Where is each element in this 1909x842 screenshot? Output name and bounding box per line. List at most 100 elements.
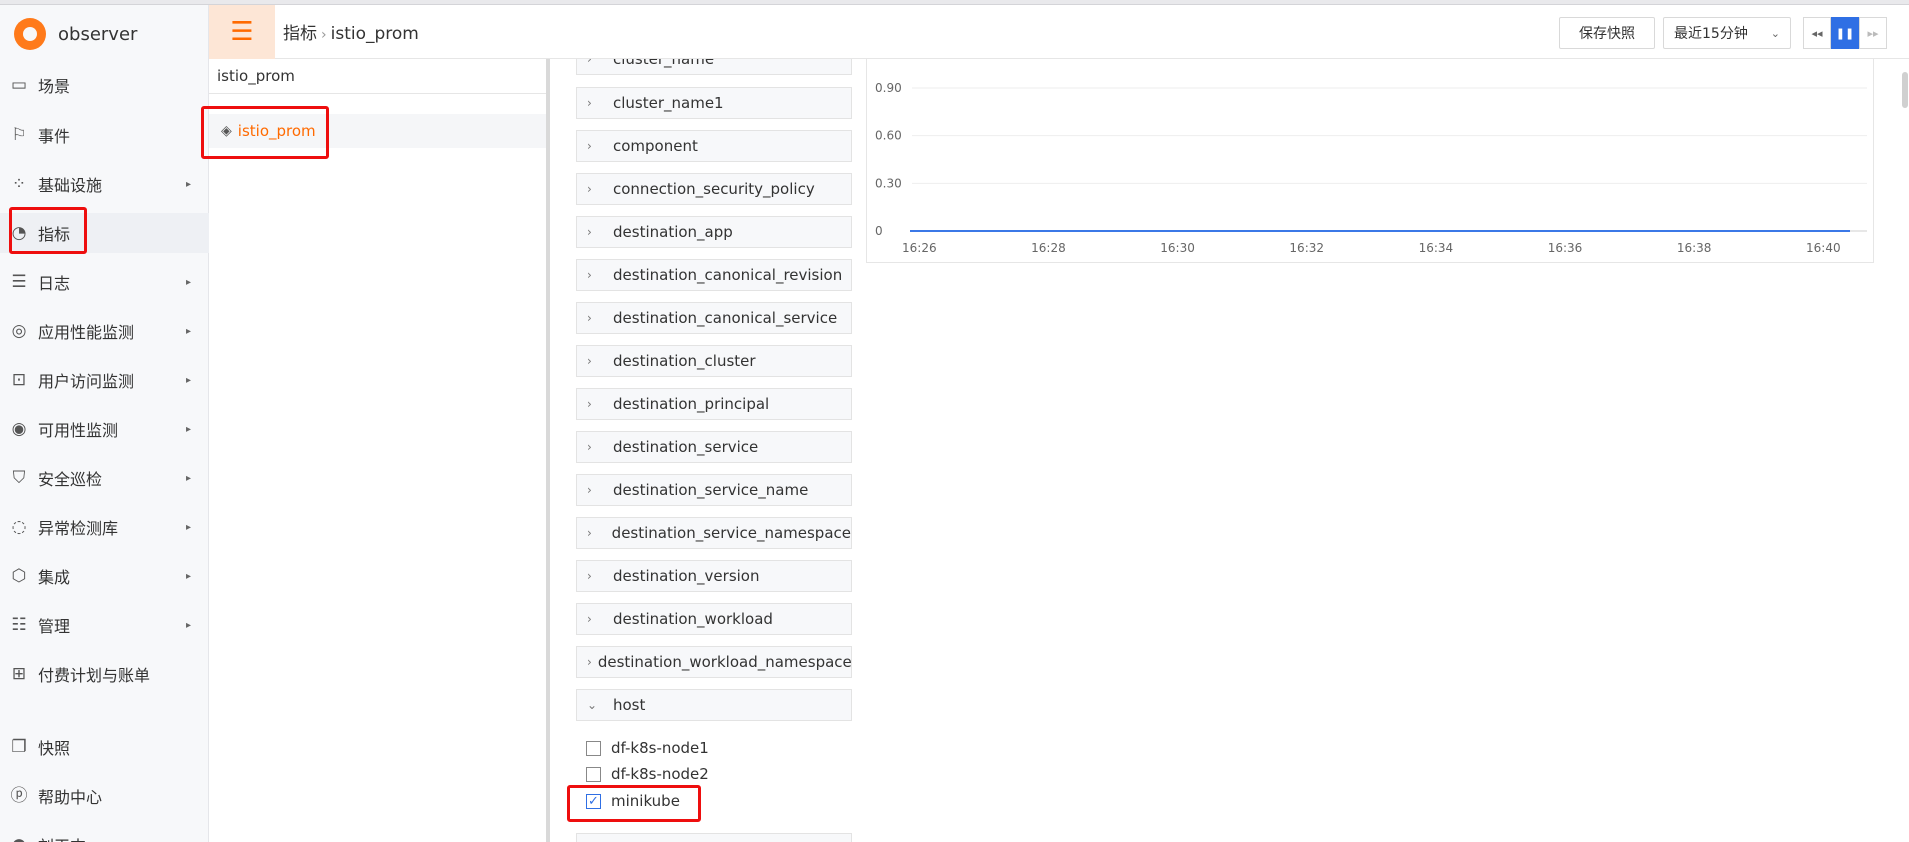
filter-tag-destination-version[interactable]: › destination_version xyxy=(576,560,852,592)
sidebar-item-management[interactable]: ☷ 管理 ▸ xyxy=(0,605,209,645)
sidebar-item-scene[interactable]: ▭ 场景 xyxy=(0,65,209,105)
x-tick-label: 16:34 xyxy=(1419,241,1454,255)
filter-tag-next[interactable] xyxy=(576,833,852,842)
sidebar-item-availability[interactable]: ◉ 可用性监测 ▸ xyxy=(0,409,209,449)
filter-tag-destination-canonical-service[interactable]: › destination_canonical_service xyxy=(576,302,852,334)
billing-icon: ⊞ xyxy=(11,664,27,684)
filter-tag-label: destination_workload_namespace xyxy=(597,653,852,671)
filter-tag-cluster-name[interactable]: › cluster_name xyxy=(576,59,852,75)
sidebar-item-label: 刘玉杰 xyxy=(38,833,86,842)
sidebar-item-label: 管理 xyxy=(38,617,71,636)
chevron-right-icon: ▸ xyxy=(185,619,191,631)
sidebar-item-security[interactable]: ⛉ 安全巡检 ▸ xyxy=(0,458,209,498)
filter-tag-label: cluster_name xyxy=(613,59,715,68)
filter-tag-label: destination_canonical_service xyxy=(613,309,838,327)
signal-icon: ◉ xyxy=(11,419,27,439)
sidebar-item-apm[interactable]: ◎ 应用性能监测 ▸ xyxy=(0,311,209,351)
filter-tag-destination-service-namespace[interactable]: › destination_service_namespace xyxy=(576,517,852,549)
filter-tag-label: host xyxy=(613,696,646,714)
filter-tag-destination-cluster[interactable]: › destination_cluster xyxy=(576,345,852,377)
filter-tag-connection-security-policy[interactable]: › connection_security_policy xyxy=(576,173,852,205)
chevron-down-icon: ⌄ xyxy=(1770,26,1780,40)
sidebar-item-events[interactable]: ⚐ 事件 xyxy=(0,115,209,155)
filter-tag-host[interactable]: ⌄ host xyxy=(576,689,852,721)
filter-tag-component[interactable]: › component xyxy=(576,130,852,162)
help-icon: ⓟ xyxy=(10,786,28,806)
save-snapshot-button[interactable]: 保存快照 xyxy=(1559,17,1655,49)
sidebar-item-billing[interactable]: ⊞ 付费计划与账单 xyxy=(0,654,209,694)
filter-tag-label: destination_app xyxy=(613,223,733,241)
breadcrumb-separator-icon: › xyxy=(321,27,327,43)
chevron-down-icon: ⌄ xyxy=(587,698,598,712)
sidebar-item-infrastructure[interactable]: ⁘ 基础设施 ▸ xyxy=(0,164,209,204)
filter-tag-cluster-name1[interactable]: › cluster_name1 xyxy=(576,87,852,119)
app-name: observer xyxy=(58,23,138,45)
filter-tag-destination-canonical-revision[interactable]: › destination_canonical_revision xyxy=(576,259,852,291)
filter-tag-destination-service-name[interactable]: › destination_service_name xyxy=(576,474,852,506)
line-chart: 0 0.30 0.60 0.90 16:26 16:28 16:30 16:32 16:34 16… xyxy=(875,81,1867,255)
host-option-label: df-k8s-node1 xyxy=(611,739,709,757)
apps-icon: ⁘ xyxy=(11,174,27,194)
filter-tag-label: destination_service_name xyxy=(613,481,809,499)
chevron-right-icon: ▸ xyxy=(185,276,191,288)
chevron-right-icon: › xyxy=(587,612,592,626)
filter-tag-label: destination_cluster xyxy=(613,352,756,370)
host-option-df-k8s-node1[interactable]: df-k8s-node1 xyxy=(586,737,709,759)
x-tick-label: 16:26 xyxy=(902,241,937,255)
sidebar-item-snapshot[interactable]: ❐ 快照 xyxy=(0,727,209,767)
highlight-box-minikube xyxy=(567,785,701,822)
chevron-right-icon: ▸ xyxy=(185,570,191,582)
forward-button[interactable]: ▸▸ xyxy=(1859,17,1887,49)
pause-button[interactable]: ❚❚ xyxy=(1831,17,1859,49)
filter-tag-destination-app[interactable]: › destination_app xyxy=(576,216,852,248)
highlight-box-metrics xyxy=(9,207,87,254)
top-header: ☰ 指标 › istio_prom 保存快照 最近15分钟 ⌄ ◂◂ ❚❚ ▸▸ xyxy=(209,5,1909,59)
breadcrumb: 指标 › istio_prom xyxy=(283,19,419,44)
filter-tag-label: component xyxy=(613,137,698,155)
sidebar-item-label: 可用性监测 xyxy=(38,421,119,440)
tag-filter-list: › cluster_name › cluster_name1 › component … xyxy=(576,59,852,842)
filter-tag-destination-workload-namespace[interactable]: › destination_workload_namespace xyxy=(576,646,852,678)
target-icon: ◎ xyxy=(11,321,27,341)
sidebar-item-logs[interactable]: ☰ 日志 ▸ xyxy=(0,262,209,302)
rewind-button[interactable]: ◂◂ xyxy=(1803,17,1831,49)
filter-tag-destination-workload[interactable]: › destination_workload xyxy=(576,603,852,635)
time-range-select[interactable]: 最近15分钟 ⌄ xyxy=(1663,17,1791,49)
menu-toggle-button[interactable]: ☰ xyxy=(209,5,275,59)
sidebar-item-rum[interactable]: ⊡ 用户访问监测 ▸ xyxy=(0,360,209,400)
checkbox[interactable] xyxy=(586,766,601,782)
sidebar-item-user[interactable]: ● 刘玉杰 ▸ xyxy=(0,825,209,842)
host-option-df-k8s-node2[interactable]: df-k8s-node2 xyxy=(586,763,709,785)
sidebar-item-label: 帮助中心 xyxy=(38,788,103,807)
chevron-right-icon: › xyxy=(587,59,592,66)
filter-tag-label: destination_principal xyxy=(613,395,770,413)
chevron-right-icon: › xyxy=(587,225,592,239)
logo-icon xyxy=(14,18,46,50)
page-scrollbar[interactable] xyxy=(1902,72,1908,108)
chevron-right-icon: › xyxy=(587,483,592,497)
dashboard-icon: ▭ xyxy=(10,75,28,95)
chevron-right-icon: › xyxy=(587,655,592,669)
sidebar-item-help[interactable]: ⓟ 帮助中心 xyxy=(0,776,209,816)
sidebar-item-label: 付费计划与账单 xyxy=(38,666,151,685)
filter-tag-destination-principal[interactable]: › destination_principal xyxy=(576,388,852,420)
breadcrumb-parent[interactable]: 指标 xyxy=(283,24,317,44)
panel-scrollbar[interactable] xyxy=(546,59,550,842)
y-tick-label: 0.30 xyxy=(875,176,902,190)
sidebar-item-anomaly[interactable]: ◌ 异常检测库 ▸ xyxy=(0,507,209,547)
pause-icon: ❚❚ xyxy=(1835,26,1855,40)
sidebar: observer ▭ 场景 ⚐ 事件 ⁘ 基础设施 ▸ ◔ 指标 ☰ 日志 ▸ … xyxy=(0,5,209,842)
sidebar-item-label: 基础设施 xyxy=(38,176,103,195)
chevron-right-icon: ▸ xyxy=(185,423,191,435)
chevron-right-icon: › xyxy=(587,139,592,153)
hamburger-icon: ☰ xyxy=(230,17,254,47)
app-logo[interactable]: observer xyxy=(14,17,137,51)
sidebar-item-label: 事件 xyxy=(38,127,71,146)
checkbox[interactable] xyxy=(586,740,601,756)
snapshot-icon: ❐ xyxy=(11,737,27,757)
filter-tag-destination-service[interactable]: › destination_service xyxy=(576,431,852,463)
chevron-right-icon: › xyxy=(587,440,592,454)
sidebar-item-integration[interactable]: ⬡ 集成 ▸ xyxy=(0,556,209,596)
filter-tag-label: destination_canonical_revision xyxy=(613,266,843,284)
x-tick-label: 16:38 xyxy=(1677,241,1712,255)
